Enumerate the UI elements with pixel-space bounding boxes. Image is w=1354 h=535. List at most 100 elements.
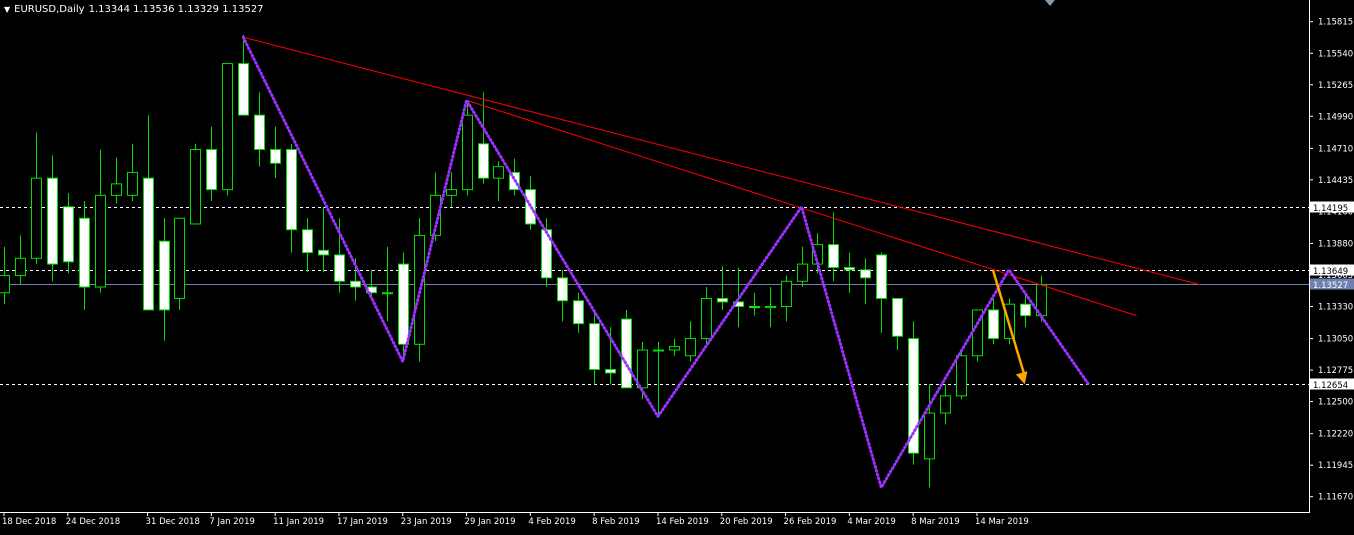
candle-body [940,395,951,414]
candle-body [860,269,871,279]
candle-body [190,149,201,225]
candle-body [63,206,74,263]
candle-body [557,277,568,302]
x-tick-label-4: 11 Jan 2019 [273,517,324,527]
candle-body [382,292,393,295]
y-tick-label-11: 1.12775 [1318,366,1353,376]
x-tick-label-10: 14 Feb 2019 [656,517,709,527]
x-tick-label-7: 29 Jan 2019 [465,517,516,527]
candle-body [892,297,903,337]
candle-body [254,114,265,150]
candle-body [270,149,281,164]
x-tick-label-14: 8 Mar 2019 [911,517,959,527]
candle-body [318,249,329,256]
candle-body [669,346,680,351]
y-tick-label-3: 1.14990 [1318,112,1353,122]
x-tick-label-12: 26 Feb 2019 [784,517,837,527]
x-tick-label-3: 7 Jan 2019 [209,517,255,527]
candle-body [31,177,42,259]
x-tick-label-11: 20 Feb 2019 [720,517,773,527]
candle-body [589,323,600,370]
candle-body [238,63,249,116]
candle-body [797,263,808,282]
y-tick-label-12: 1.12500 [1318,398,1353,408]
candle-body [398,263,409,345]
y-tick-label-5: 1.14435 [1318,176,1353,186]
candle-body [334,254,345,282]
candle-body [174,217,185,299]
ohlc-readout: 1.13344 1.13536 1.13329 1.13527 [88,4,264,15]
candle-body [286,149,297,231]
candle-body [573,300,584,325]
chart-window[interactable]: 1.15815 1.15540 1.15265 1.14990 1.14710 1.144… [0,0,1354,531]
candle-body [222,63,233,191]
candle-body [956,355,967,397]
x-tick-label-9: 8 Feb 2019 [592,517,640,527]
candle-body [1020,303,1031,317]
candle-12 [190,143,201,225]
candle-body [95,194,106,288]
triangle-down-icon[interactable]: ▼ [4,5,10,14]
symbol-timeframe: EURUSD,Daily [14,4,85,15]
candle-29 [462,103,473,196]
x-tick-label-6: 23 Jan 2019 [401,517,452,527]
candle-body [541,229,552,279]
y-tick-label-4: 1.14710 [1318,144,1353,154]
candle-body [143,177,154,311]
candle-body [493,166,504,179]
y-tick-label-10: 1.13050 [1318,335,1353,345]
chart-background [0,0,1354,531]
candle-body [0,275,10,294]
x-tick-label-15: 14 Mar 2019 [975,517,1029,527]
y-tick-label-9: 1.13330 [1318,302,1353,312]
candle-body [828,244,839,269]
y-tick-label-1: 1.15540 [1318,49,1353,59]
chart-info-bar: ▼ EURUSD,Daily 1.13344 1.13536 1.13329 1.1… [4,4,268,15]
candle-body [111,183,122,196]
x-tick-label-8: 4 Feb 2019 [528,517,576,527]
candle-body [924,412,935,460]
y-tick-label-2: 1.15265 [1318,81,1353,91]
x-tick-label-13: 4 Mar 2019 [847,517,895,527]
candle-body [701,297,712,340]
candlestick-chart[interactable]: 1.15815 1.15540 1.15265 1.14990 1.14710 1.144… [0,0,1354,531]
y-tick-label-0: 1.15815 [1318,18,1353,28]
y-tick-label-7: 1.13880 [1318,239,1353,249]
candle-body [462,114,473,191]
candle-body [478,143,489,179]
x-tick-label-0: 18 Dec 2018 [2,517,56,527]
candle-57 [908,321,919,465]
hline-label-2: 1.13527 [1313,281,1348,291]
candle-body [15,257,26,277]
candle-body [159,240,170,311]
candle-body [844,267,855,271]
candle-body [685,338,696,357]
candle-body [749,305,760,309]
y-tick-label-14: 1.11945 [1318,461,1353,471]
candle-body [302,229,313,254]
candle-11 [174,217,185,310]
y-tick-label-13: 1.12220 [1318,430,1353,440]
hline-label-3: 1.12654 [1313,381,1348,391]
hline-label-0: 1.14195 [1313,204,1348,214]
candle-body [988,309,999,340]
candle-body [47,177,58,265]
candle-body [876,254,887,299]
candle-body [79,217,90,288]
x-tick-label-5: 17 Jan 2019 [337,517,388,527]
candle-body [653,349,664,352]
x-tick-label-1: 24 Dec 2018 [66,517,120,527]
candle-body [605,369,616,374]
candle-body [446,189,457,196]
candle-body [206,149,217,191]
candle-body [621,318,632,389]
hline-label-1: 1.13649 [1313,267,1348,277]
candle-body [717,297,728,303]
x-tick-label-2: 31 Dec 2018 [146,517,200,527]
candle-14 [222,63,233,196]
candle-body [781,280,792,307]
candle-body [637,349,648,389]
candle-body [127,171,138,196]
candle-body [350,280,361,288]
candle-39 [621,309,632,389]
